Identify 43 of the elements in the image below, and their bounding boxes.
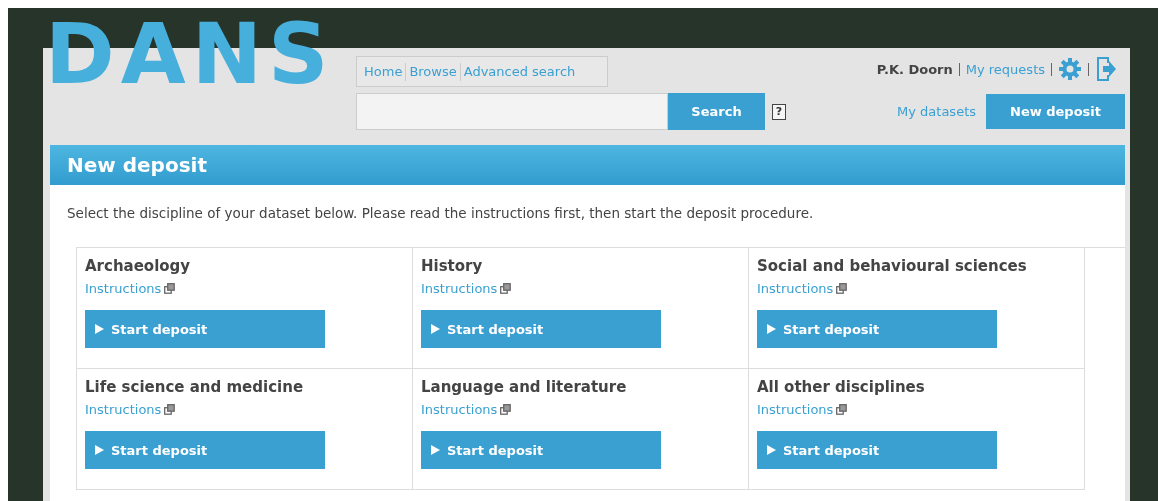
discipline-name: Social and behavioural sciences bbox=[757, 257, 1028, 275]
discipline-name: Language and literature bbox=[421, 378, 628, 396]
instructions-link[interactable]: Instructions bbox=[757, 402, 834, 417]
nav-link[interactable]: Browse bbox=[406, 64, 460, 79]
instructions-link[interactable]: Instructions bbox=[421, 281, 498, 296]
discipline-name: Life science and medicine bbox=[85, 378, 305, 396]
instructions-link[interactable]: Instructions bbox=[85, 281, 162, 296]
new-deposit-button[interactable]: New deposit bbox=[986, 94, 1125, 129]
external-link-icon bbox=[836, 283, 848, 294]
discipline-name: All other disciplines bbox=[757, 378, 926, 396]
start-deposit-button[interactable]: Start deposit bbox=[757, 310, 997, 348]
instructions-link[interactable]: Instructions bbox=[757, 281, 834, 296]
external-link-icon bbox=[164, 283, 176, 294]
play-icon bbox=[431, 324, 440, 334]
instructions-link[interactable]: Instructions bbox=[421, 402, 498, 417]
external-link-icon bbox=[500, 404, 512, 415]
user-link[interactable]: My requests bbox=[965, 61, 1045, 77]
start-deposit-button[interactable]: Start deposit bbox=[85, 431, 325, 469]
start-deposit-button[interactable]: Start deposit bbox=[421, 431, 661, 469]
logout-icon[interactable] bbox=[1095, 56, 1117, 82]
instructions-link[interactable]: Instructions bbox=[85, 402, 162, 417]
nav-link[interactable]: Advanced search bbox=[460, 64, 579, 79]
play-icon bbox=[767, 445, 776, 455]
intro-text: Select the discipline of your dataset below. Please read the instructions first, then start the deposit procedure. bbox=[67, 205, 815, 221]
play-icon bbox=[95, 324, 104, 334]
external-link-icon bbox=[836, 404, 848, 415]
my-datasets-link[interactable]: My datasets bbox=[897, 104, 976, 119]
search-button[interactable]: Search bbox=[668, 93, 765, 130]
search-field[interactable] bbox=[356, 93, 668, 130]
discipline-name: History bbox=[421, 257, 484, 275]
discipline-name: Archaeology bbox=[85, 257, 192, 275]
nav-link[interactable]: Home bbox=[361, 64, 406, 79]
external-link-icon bbox=[500, 283, 512, 294]
help-button[interactable]: ? bbox=[772, 103, 786, 120]
play-icon bbox=[95, 445, 104, 455]
play-icon bbox=[431, 445, 440, 455]
external-link-icon bbox=[164, 404, 176, 415]
page-title: New deposit bbox=[67, 153, 207, 177]
start-deposit-button[interactable]: Start deposit bbox=[85, 310, 325, 348]
play-icon bbox=[767, 324, 776, 334]
user-name: P.K. Doorn bbox=[876, 61, 953, 77]
start-deposit-button[interactable]: Start deposit bbox=[757, 431, 997, 469]
start-deposit-button[interactable]: Start deposit bbox=[421, 310, 661, 348]
